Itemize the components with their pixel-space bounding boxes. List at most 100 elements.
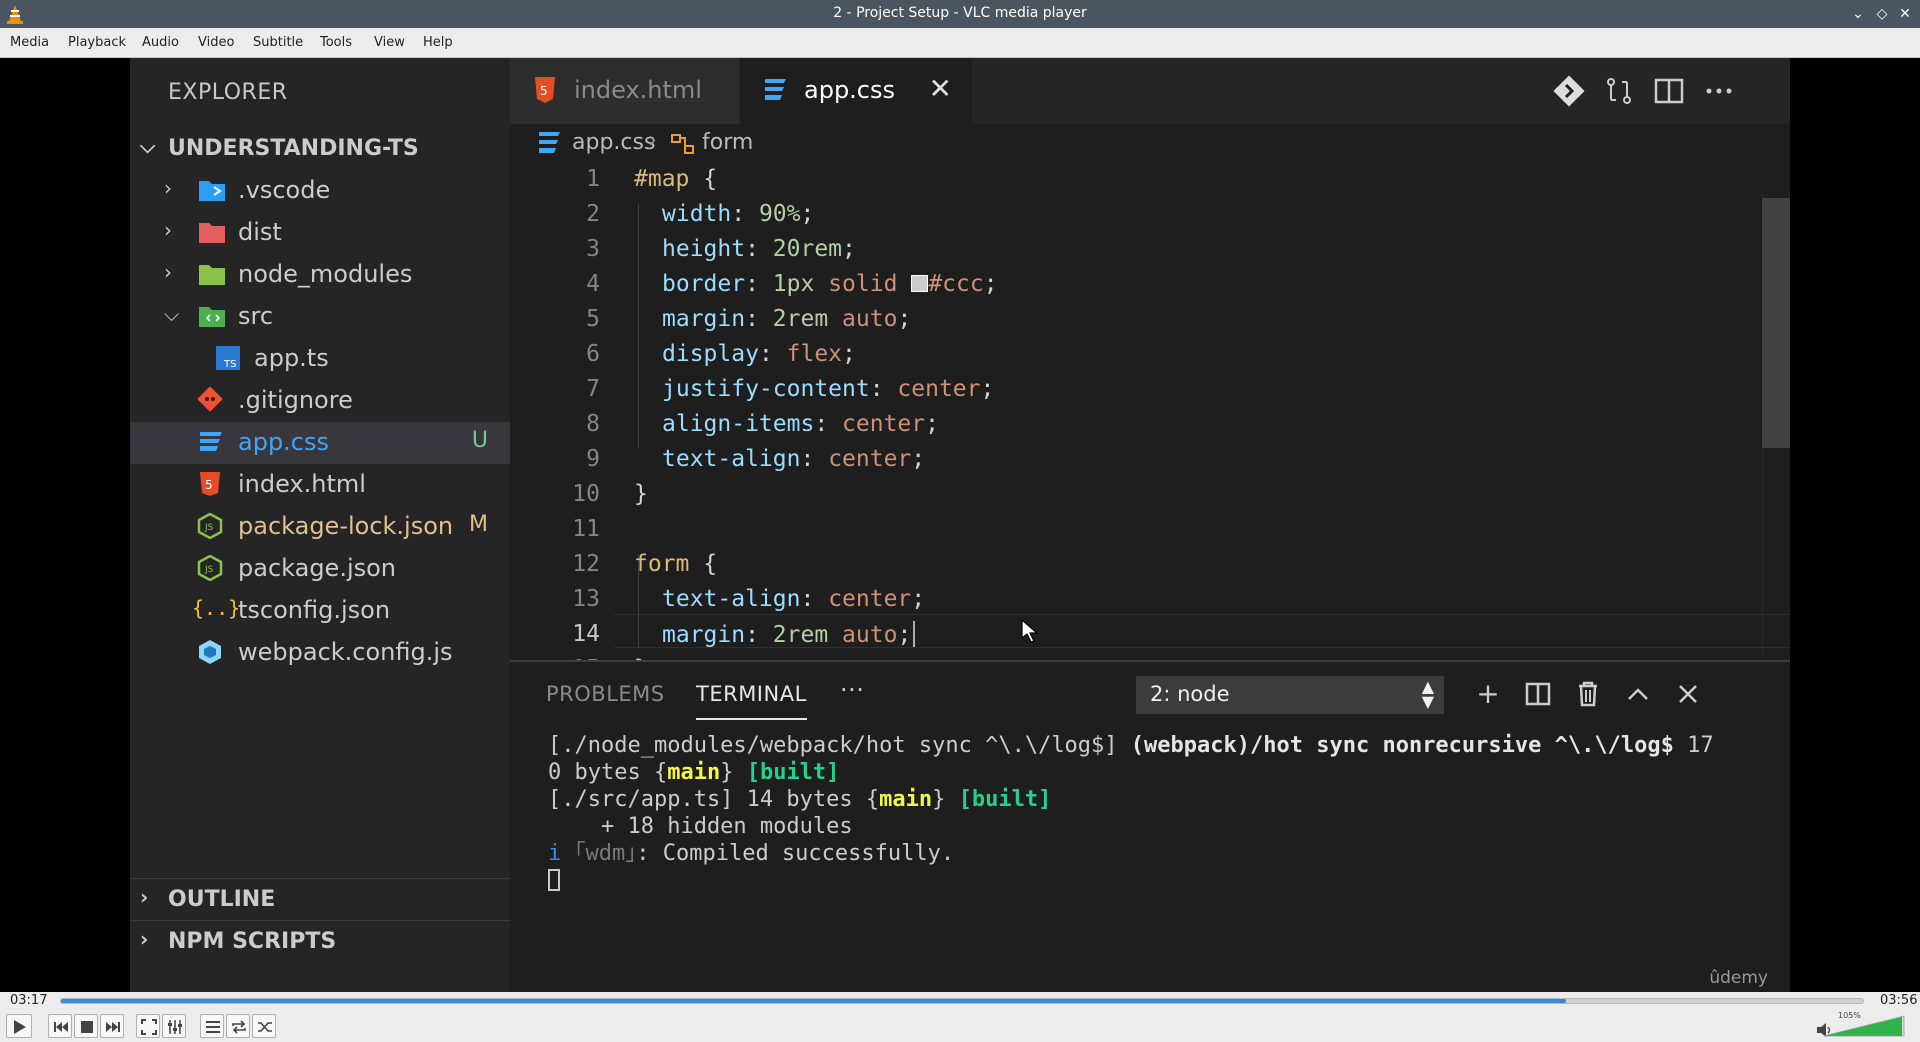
tree-item-src[interactable]: ⌵ src [130,296,510,338]
terminal-line: [./src/app.ts] 14 bytes {main} [built] [548,787,1052,812]
tree-item-label: .gitignore [238,386,353,414]
open-changes-icon[interactable] [1602,74,1636,108]
line-number: 5 [586,306,600,332]
tree-item-label: package-lock.json [238,512,454,540]
color-swatch-icon[interactable] [911,275,929,292]
new-terminal-icon[interactable]: + [1468,674,1508,714]
html-file-icon: 5 [535,77,555,103]
tree-item-label: webpack.config.js [238,638,453,666]
close-icon[interactable]: ✕ [1895,4,1915,24]
menu-tools[interactable]: Tools [320,35,352,50]
code-line: margin: 2rem auto; [662,306,912,332]
terminal-line: [./node_modules/webpack/hot sync ^\.\/lo… [548,733,1714,758]
breadcrumb-symbol[interactable]: form [702,130,753,155]
html-file-icon: 5 [200,472,220,496]
json-file-icon: {..} [192,596,241,620]
indent-guide [638,204,639,448]
close-tab-icon[interactable]: ✕ [929,72,952,105]
npm-scripts-section-header[interactable]: › NPM SCRIPTS [130,920,510,962]
previous-button[interactable] [48,1014,72,1038]
line-number: 3 [586,236,600,262]
editor-scrollbar-thumb[interactable] [1762,198,1790,448]
fullscreen-button[interactable] [136,1014,160,1038]
tab-terminal[interactable]: TERMINAL [696,682,807,720]
menu-playback[interactable]: Playback [68,35,126,50]
untracked-badge: U [471,428,488,453]
volume-slider[interactable] [1822,1014,1906,1038]
tree-item-label: app.ts [254,344,329,372]
tree-item-index-html[interactable]: 5 index.html [130,464,510,506]
tab-index-html[interactable]: 5 index.html [510,58,740,124]
chevron-up-icon[interactable] [1618,674,1658,714]
tree-item-webpack-config[interactable]: webpack.config.js [130,632,510,674]
tree-item-app-ts[interactable]: TS app.ts [130,338,510,380]
menu-video[interactable]: Video [198,35,234,50]
play-button[interactable] [6,1014,32,1038]
fullscreen-icon [141,1019,157,1035]
terminal-select-value: 2: node [1150,682,1230,706]
playlist-button[interactable] [200,1014,224,1038]
next-button[interactable] [100,1014,124,1038]
tab-label: app.css [804,76,896,104]
playlist-icon [206,1021,220,1033]
tree-item-tsconfig[interactable]: {..} tsconfig.json [130,590,510,632]
tree-item-app-css[interactable]: app.css U [130,422,510,464]
loop-button[interactable] [226,1014,250,1038]
line-number: 12 [572,551,600,577]
terminal-cursor [548,867,1768,894]
video-area[interactable]: EXPLORER ⌵ UNDERSTANDING-TS › .vscode › … [0,58,1920,992]
explorer-title: EXPLORER [168,80,288,105]
seek-slider[interactable] [60,998,1864,1004]
tree-item-gitignore[interactable]: .gitignore [130,380,510,422]
tab-app-css[interactable]: app.css ✕ [740,58,972,124]
project-folder-header[interactable]: ⌵ UNDERSTANDING-TS [130,128,510,170]
css-file-icon [200,432,222,451]
stop-button[interactable] [74,1014,98,1038]
code-line: justify-content: center; [662,376,995,402]
extended-settings-button[interactable] [162,1014,186,1038]
menu-view[interactable]: View [374,35,405,50]
chevron-right-icon: › [140,885,149,909]
seek-row: 03:17 03:56 [0,992,1920,1010]
terminal-output[interactable]: [./node_modules/webpack/hot sync ^\.\/lo… [548,732,1768,894]
window-title: 2 - Project Setup - VLC media player [833,5,1087,21]
outline-section-header[interactable]: › OUTLINE [130,878,510,920]
menu-audio[interactable]: Audio [142,35,179,50]
menu-media[interactable]: Media [10,35,49,50]
close-panel-icon[interactable] [1668,674,1708,714]
bottom-panel: PROBLEMS TERMINAL ··· 2: node ▲ ▼ + [./no… [510,660,1790,992]
maximize-icon[interactable]: ◇ [1872,4,1892,24]
src-folder-icon [199,307,225,327]
split-editor-icon[interactable] [1652,74,1686,108]
code-line: width: 90%; [662,201,815,227]
tree-item-vscode[interactable]: › .vscode [130,170,510,212]
seek-progress [61,999,1566,1003]
tree-item-package-lock[interactable]: JS package-lock.json M [130,506,510,548]
breadcrumb-file[interactable]: app.css [572,130,655,155]
minimize-icon[interactable]: ⌄ [1848,4,1868,24]
line-number: 1 [586,166,600,192]
more-tabs-icon[interactable]: ··· [840,676,864,704]
trash-icon[interactable] [1568,674,1608,714]
node-file-icon: JS [197,555,223,581]
shuffle-button[interactable] [252,1014,276,1038]
line-number: 13 [572,586,600,612]
breadcrumb-separator-icon: › [648,128,657,153]
select-arrows-icon: ▲ ▼ [1421,677,1434,711]
tree-item-package-json[interactable]: JS package.json [130,548,510,590]
tree-item-dist[interactable]: › dist [130,212,510,254]
menu-subtitle[interactable]: Subtitle [253,35,303,50]
more-actions-icon[interactable] [1702,74,1736,108]
tree-item-label: tsconfig.json [238,596,391,624]
code-line: text-align: center; [662,446,926,472]
tree-item-node-modules[interactable]: › node_modules [130,254,510,296]
split-terminal-icon[interactable] [1518,674,1558,714]
terminal-select[interactable]: 2: node ▲ ▼ [1136,676,1444,714]
udemy-watermark: ûdemy [1709,968,1768,988]
npm-scripts-label: NPM SCRIPTS [168,929,337,954]
menu-help[interactable]: Help [423,35,453,50]
code-editor[interactable]: 1 2 3 4 5 6 7 8 9 10 11 12 13 14 15 #map… [510,164,1790,682]
tab-problems[interactable]: PROBLEMS [546,682,665,706]
git-compare-icon[interactable] [1552,74,1586,108]
node-file-icon: JS [197,513,223,539]
